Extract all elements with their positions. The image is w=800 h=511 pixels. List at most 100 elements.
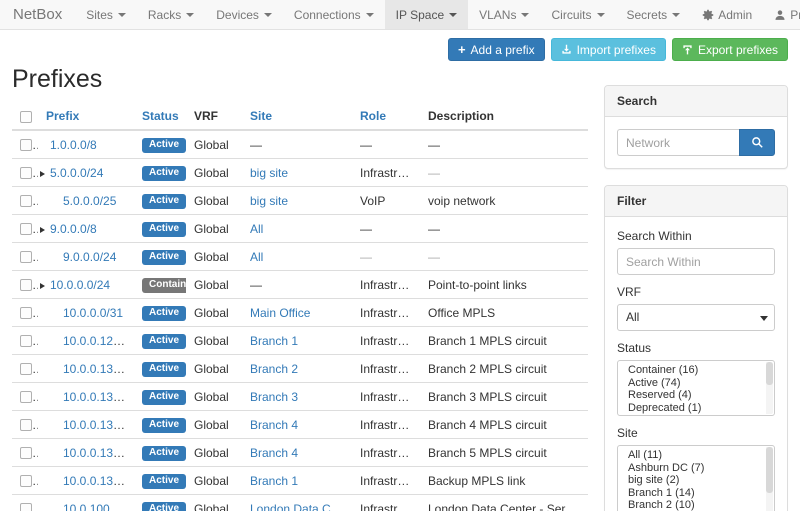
prefix-link[interactable]: 10.0.0.0/24 [50, 278, 110, 292]
column-header-status[interactable]: Status [134, 104, 186, 130]
status-badge: Active [142, 138, 186, 153]
status-badge: Active [142, 502, 186, 511]
site-link[interactable]: Branch 2 [250, 362, 298, 376]
prefix-link[interactable]: 10.0.100.0/24 [63, 502, 134, 511]
expand-arrow-icon [53, 446, 63, 460]
nav-item-profile[interactable]: Profile [763, 0, 800, 29]
expand-arrow-icon [53, 502, 63, 511]
row-checkbox[interactable] [20, 167, 32, 179]
row-checkbox[interactable] [20, 391, 32, 403]
row-checkbox[interactable] [20, 279, 32, 291]
nav-item-label: Sites [86, 0, 113, 30]
role-cell: Infrastructure [360, 306, 420, 320]
site-cell: — [250, 278, 262, 292]
nav-item-vlans[interactable]: VLANs [468, 0, 540, 29]
nav-item-label: Racks [148, 0, 181, 30]
app-brand[interactable]: NetBox [0, 0, 75, 29]
listbox-option[interactable]: All (11) [618, 449, 774, 462]
prefix-link[interactable]: 5.0.0.0/24 [50, 166, 103, 180]
prefix-link[interactable]: 10.0.0.128/31 [63, 334, 134, 348]
site-link[interactable]: London Data Center [250, 502, 352, 511]
nav-item-admin[interactable]: Admin [691, 0, 763, 29]
filter-panel: Filter Search WithinVRFAllStatusContaine… [604, 185, 788, 511]
role-cell: Infrastructure [360, 278, 420, 292]
prefix-link[interactable]: 10.0.0.134/31 [63, 418, 134, 432]
scrollbar[interactable] [766, 447, 773, 511]
listbox-option[interactable]: Container (16) [618, 364, 774, 377]
nav-item-devices[interactable]: Devices [205, 0, 283, 29]
listbox-option[interactable]: Branch 1 (14) [618, 487, 774, 500]
column-header-prefix[interactable]: Prefix [38, 104, 134, 130]
row-checkbox[interactable] [20, 251, 32, 263]
site-link[interactable]: Branch 1 [250, 334, 298, 348]
row-checkbox[interactable] [20, 363, 32, 375]
prefix-link[interactable]: 10.0.0.130/31 [63, 362, 134, 376]
export-prefixes-button[interactable]: Export prefixes [672, 38, 788, 61]
expand-arrow-icon[interactable] [40, 278, 50, 292]
role-cell: Infrastructure [360, 334, 420, 348]
row-checkbox[interactable] [20, 475, 32, 487]
scrollbar-thumb[interactable] [766, 362, 773, 385]
sidebar: Search Filter Search WithinVRFAllStatusC… [604, 63, 788, 511]
import-prefixes-button[interactable]: Import prefixes [551, 38, 666, 61]
listbox-option[interactable]: big site (2) [618, 474, 774, 487]
site-link[interactable]: Main Office [250, 306, 310, 320]
listbox-option[interactable]: Deprecated (1) [618, 402, 774, 415]
prefix-link[interactable]: 10.0.0.132/31 [63, 390, 134, 404]
site-link[interactable]: All [250, 250, 263, 264]
role-cell: — [360, 222, 372, 236]
site-link[interactable]: big site [250, 166, 288, 180]
row-checkbox[interactable] [20, 223, 32, 235]
search-button[interactable] [739, 129, 775, 156]
scrollbar[interactable] [766, 362, 773, 414]
nav-item-sites[interactable]: Sites [75, 0, 137, 29]
prefix-link[interactable]: 10.0.0.138/31 [63, 474, 134, 488]
site-link[interactable]: All [250, 222, 263, 236]
chevron-down-icon [597, 13, 605, 17]
row-checkbox[interactable] [20, 335, 32, 347]
nav-item-ip-space[interactable]: IP Space [385, 0, 468, 29]
scrollbar-thumb[interactable] [766, 447, 773, 493]
table-row: 9.0.0.0/24ActiveGlobalAll—— [12, 243, 588, 271]
filter-select-vrf[interactable]: All [617, 304, 775, 331]
table-row: 5.0.0.0/25ActiveGlobalbig siteVoIPvoip n… [12, 187, 588, 215]
column-header-role[interactable]: Role [352, 104, 420, 130]
expand-arrow-icon[interactable] [40, 166, 50, 180]
add-prefix-button[interactable]: + Add a prefix [448, 38, 545, 61]
description-cell: Point-to-point links [428, 278, 527, 292]
row-checkbox[interactable] [20, 503, 32, 511]
site-link[interactable]: Branch 3 [250, 390, 298, 404]
listbox-option[interactable]: Branch 2 (10) [618, 499, 774, 511]
role-cell: — [360, 250, 372, 264]
row-checkbox[interactable] [20, 139, 32, 151]
row-checkbox[interactable] [20, 447, 32, 459]
column-header-site[interactable]: Site [242, 104, 352, 130]
select-all-checkbox[interactable] [20, 111, 32, 123]
listbox-option[interactable]: Reserved (4) [618, 389, 774, 402]
prefix-link[interactable]: 1.0.0.0/8 [50, 138, 97, 152]
search-input[interactable] [617, 129, 739, 156]
nav-item-connections[interactable]: Connections [283, 0, 385, 29]
expand-arrow-icon[interactable] [40, 222, 50, 236]
row-checkbox[interactable] [20, 419, 32, 431]
row-checkbox[interactable] [20, 307, 32, 319]
prefix-link[interactable]: 9.0.0.0/24 [63, 250, 116, 264]
nav-item-circuits[interactable]: Circuits [540, 0, 615, 29]
filter-input-search-within[interactable] [617, 248, 775, 275]
row-checkbox[interactable] [20, 195, 32, 207]
prefix-link[interactable]: 10.0.0.0/31 [63, 306, 123, 320]
listbox-option[interactable]: Active (74) [618, 377, 774, 390]
nav-item-racks[interactable]: Racks [137, 0, 205, 29]
site-link[interactable]: Branch 4 [250, 446, 298, 460]
prefix-link[interactable]: 10.0.0.136/31 [63, 446, 134, 460]
site-link[interactable]: Branch 1 [250, 474, 298, 488]
nav-item-secrets[interactable]: Secrets [616, 0, 692, 29]
header-checkbox-cell [12, 104, 38, 130]
prefix-link[interactable]: 5.0.0.0/25 [63, 194, 116, 208]
site-link[interactable]: Branch 4 [250, 418, 298, 432]
listbox-option[interactable]: Ashburn DC (7) [618, 462, 774, 475]
prefix-link[interactable]: 9.0.0.0/8 [50, 222, 97, 236]
site-link[interactable]: big site [250, 194, 288, 208]
nav-item-label: Profile [790, 0, 800, 30]
description-cell: Branch 5 MPLS circuit [428, 446, 547, 460]
